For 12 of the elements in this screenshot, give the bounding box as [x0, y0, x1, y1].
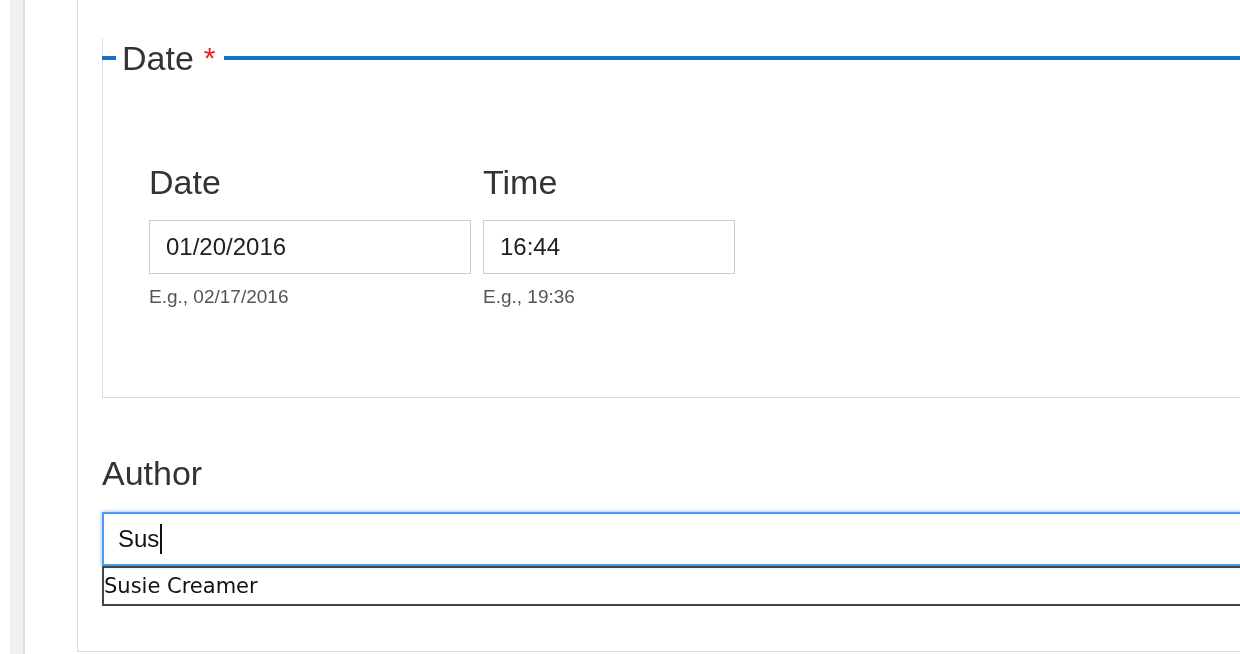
input-value: Sus — [118, 525, 160, 553]
input-field[interactable]: Sus — [102, 512, 1240, 566]
field-hint: E.g., 02/17/2016 — [149, 286, 289, 308]
fieldset-legend: Date — [122, 38, 194, 78]
input-field[interactable]: 01/20/2016 — [149, 220, 471, 274]
required-mark: * — [203, 41, 216, 75]
field-label: Date — [149, 163, 221, 201]
input-field[interactable]: 16:44 — [483, 220, 735, 274]
suggestion-item[interactable]: Susie Creamer — [104, 574, 258, 598]
field-label: Author — [102, 454, 203, 492]
field-hint: E.g., 19:36 — [483, 286, 575, 308]
field-label: Time — [483, 163, 558, 201]
